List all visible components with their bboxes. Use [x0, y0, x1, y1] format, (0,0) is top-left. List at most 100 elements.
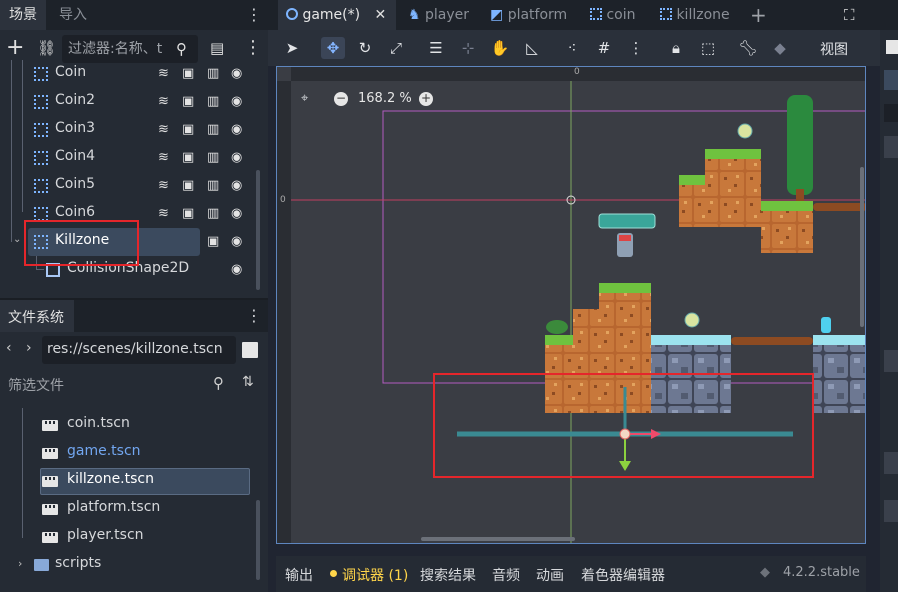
scene-icon[interactable]: ▣ [182, 206, 194, 221]
pivot-tool-icon[interactable]: ⊹ [456, 37, 480, 59]
add-node-icon[interactable]: + [6, 37, 24, 59]
filesystem-menu-icon[interactable]: ⋮ [246, 307, 262, 325]
tree-item-coin3[interactable]: Coin3 ≋ ▣ ▥ ◉ [0, 116, 262, 144]
ruler-tool-icon[interactable]: ◺ [520, 37, 544, 59]
visibility-icon[interactable]: ◉ [231, 150, 242, 165]
scene-dock-menu-icon[interactable]: ⋮ [246, 6, 262, 24]
inspector-filter[interactable] [884, 104, 898, 122]
distraction-free-icon[interactable]: ⛶ [844, 0, 855, 30]
viewport-h-scrollbar[interactable] [421, 537, 575, 541]
tab-audio[interactable]: 音频 [492, 565, 520, 585]
file-filter-input[interactable]: 筛选文件 [0, 370, 236, 398]
file-item-killzone[interactable]: killzone.tscn [0, 467, 262, 495]
camera-override-icon[interactable]: ◆ [768, 37, 792, 59]
smart-snap-icon[interactable]: ⁖ [560, 37, 584, 59]
attach-script-icon[interactable]: ▤ [210, 38, 224, 58]
signal-icon[interactable]: ≋ [158, 206, 169, 221]
collapse-arrow-icon[interactable]: ⌄ [13, 234, 21, 245]
snap-options-icon[interactable]: ⋮ [624, 37, 648, 59]
viewport-v-scrollbar[interactable] [860, 167, 864, 327]
scene-icon[interactable]: ▣ [182, 150, 194, 165]
zoom-in-icon[interactable]: + [419, 92, 433, 106]
path-field[interactable]: res://scenes/killzone.tscn [42, 336, 236, 364]
signal-icon[interactable]: ≋ [158, 66, 169, 81]
sort-icon[interactable]: ⇅ [242, 374, 254, 390]
tab-game[interactable]: game(*) ✕ [278, 0, 396, 30]
script-icon[interactable]: ▥ [207, 122, 219, 137]
filesystem-title[interactable]: 文件系统 [0, 300, 74, 332]
script-icon[interactable]: ▥ [207, 150, 219, 165]
signal-icon[interactable]: ≋ [158, 178, 169, 193]
list-select-icon[interactable]: ☰ [424, 37, 448, 59]
tab-coin[interactable]: coin [590, 0, 635, 30]
back-arrow-icon[interactable]: ‹ [6, 340, 12, 356]
tree-item-coin4[interactable]: Coin4 ≋ ▣ ▥ ◉ [0, 144, 262, 172]
forward-arrow-icon[interactable]: › [26, 340, 32, 356]
tab-player[interactable]: ♞ player [408, 0, 469, 30]
group-icon[interactable]: ⬚ [696, 37, 720, 59]
script-icon[interactable]: ▥ [207, 94, 219, 109]
tab-debugger[interactable]: 调试器 (1) [342, 565, 408, 585]
script-icon[interactable]: ▥ [207, 206, 219, 221]
visibility-icon[interactable]: ◉ [231, 234, 242, 249]
lock-icon[interactable]: 🔒︎ [664, 37, 688, 59]
move-tool-icon[interactable]: ✥ [321, 37, 345, 59]
tab-killzone[interactable]: killzone [660, 0, 730, 30]
split-view-icon[interactable] [242, 342, 258, 358]
file-item-coin[interactable]: coin.tscn [0, 411, 262, 439]
grid-snap-icon[interactable]: # [592, 37, 616, 59]
pan-tool-icon[interactable]: ✋ [488, 37, 512, 59]
tab-output[interactable]: 输出 [285, 565, 313, 585]
bone-icon[interactable]: 🦴︎ [736, 37, 760, 59]
tree-item-coin[interactable]: Coin ≋ ▣ ▥ ◉ [0, 60, 262, 88]
visibility-icon[interactable]: ◉ [231, 206, 242, 221]
scene-icon[interactable]: ▣ [182, 66, 194, 81]
signal-icon[interactable]: ≋ [158, 122, 169, 137]
zoom-level[interactable]: 168.2 % [358, 91, 412, 106]
link-icon[interactable]: ⛓ [37, 38, 56, 58]
visibility-icon[interactable]: ◉ [231, 122, 242, 137]
visibility-icon[interactable]: ◉ [231, 178, 242, 193]
rotate-tool-icon[interactable]: ↻ [353, 37, 377, 59]
zoom-out-icon[interactable]: − [334, 92, 348, 106]
view-menu[interactable]: 视图 [820, 39, 848, 59]
script-icon[interactable]: ▥ [207, 178, 219, 193]
version-label: 4.2.2.stable [783, 565, 860, 580]
scene-tree-menu-icon[interactable]: ⋮ [244, 38, 262, 58]
signal-icon[interactable]: ≋ [158, 150, 169, 165]
filesystem-scrollbar[interactable] [256, 500, 260, 580]
file-item-game[interactable]: game.tscn [0, 439, 262, 467]
inspector-icon[interactable] [886, 40, 898, 54]
scene-icon[interactable]: ▣ [182, 94, 194, 109]
scene-icon[interactable]: ▣ [182, 178, 194, 193]
tree-sprite [787, 95, 813, 195]
tab-search-results[interactable]: 搜索结果 [420, 565, 476, 585]
coin-sprite [684, 312, 700, 328]
scene-icon[interactable]: ▣ [182, 122, 194, 137]
tab-scene[interactable]: 场景 [0, 0, 46, 30]
tree-item-coin5[interactable]: Coin5 ≋ ▣ ▥ ◉ [0, 172, 262, 200]
visibility-icon[interactable]: ◉ [231, 94, 242, 109]
scene-icon[interactable]: ▣ [207, 234, 219, 249]
tab-import[interactable]: 导入 [50, 0, 96, 30]
file-item-platform[interactable]: platform.tscn [0, 495, 262, 523]
script-icon[interactable]: ▥ [207, 66, 219, 81]
inspector-object-icon[interactable] [884, 70, 898, 90]
folder-item-scripts[interactable]: › scripts [0, 551, 262, 579]
visibility-icon[interactable]: ◉ [231, 66, 242, 81]
folder-icon [34, 559, 49, 571]
scale-tool-icon[interactable]: ⤢ [384, 37, 408, 59]
tab-shader-editor[interactable]: 着色器编辑器 [581, 565, 665, 585]
signal-icon[interactable]: ≋ [158, 94, 169, 109]
tab-platform[interactable]: ◩ platform [490, 0, 567, 30]
tree-item-coin2[interactable]: Coin2 ≋ ▣ ▥ ◉ [0, 88, 262, 116]
close-icon[interactable]: ✕ [375, 7, 387, 23]
scene-tree-scrollbar[interactable] [256, 170, 260, 290]
file-item-player[interactable]: player.tscn [0, 523, 262, 551]
select-tool-icon[interactable]: ➤ [280, 37, 304, 59]
expand-arrow-icon[interactable]: › [18, 557, 22, 570]
visibility-icon[interactable]: ◉ [231, 262, 242, 277]
view-center-icon[interactable]: ⌖ [301, 91, 308, 106]
tab-animation[interactable]: 动画 [536, 565, 564, 585]
add-tab-icon[interactable]: + [750, 0, 767, 30]
